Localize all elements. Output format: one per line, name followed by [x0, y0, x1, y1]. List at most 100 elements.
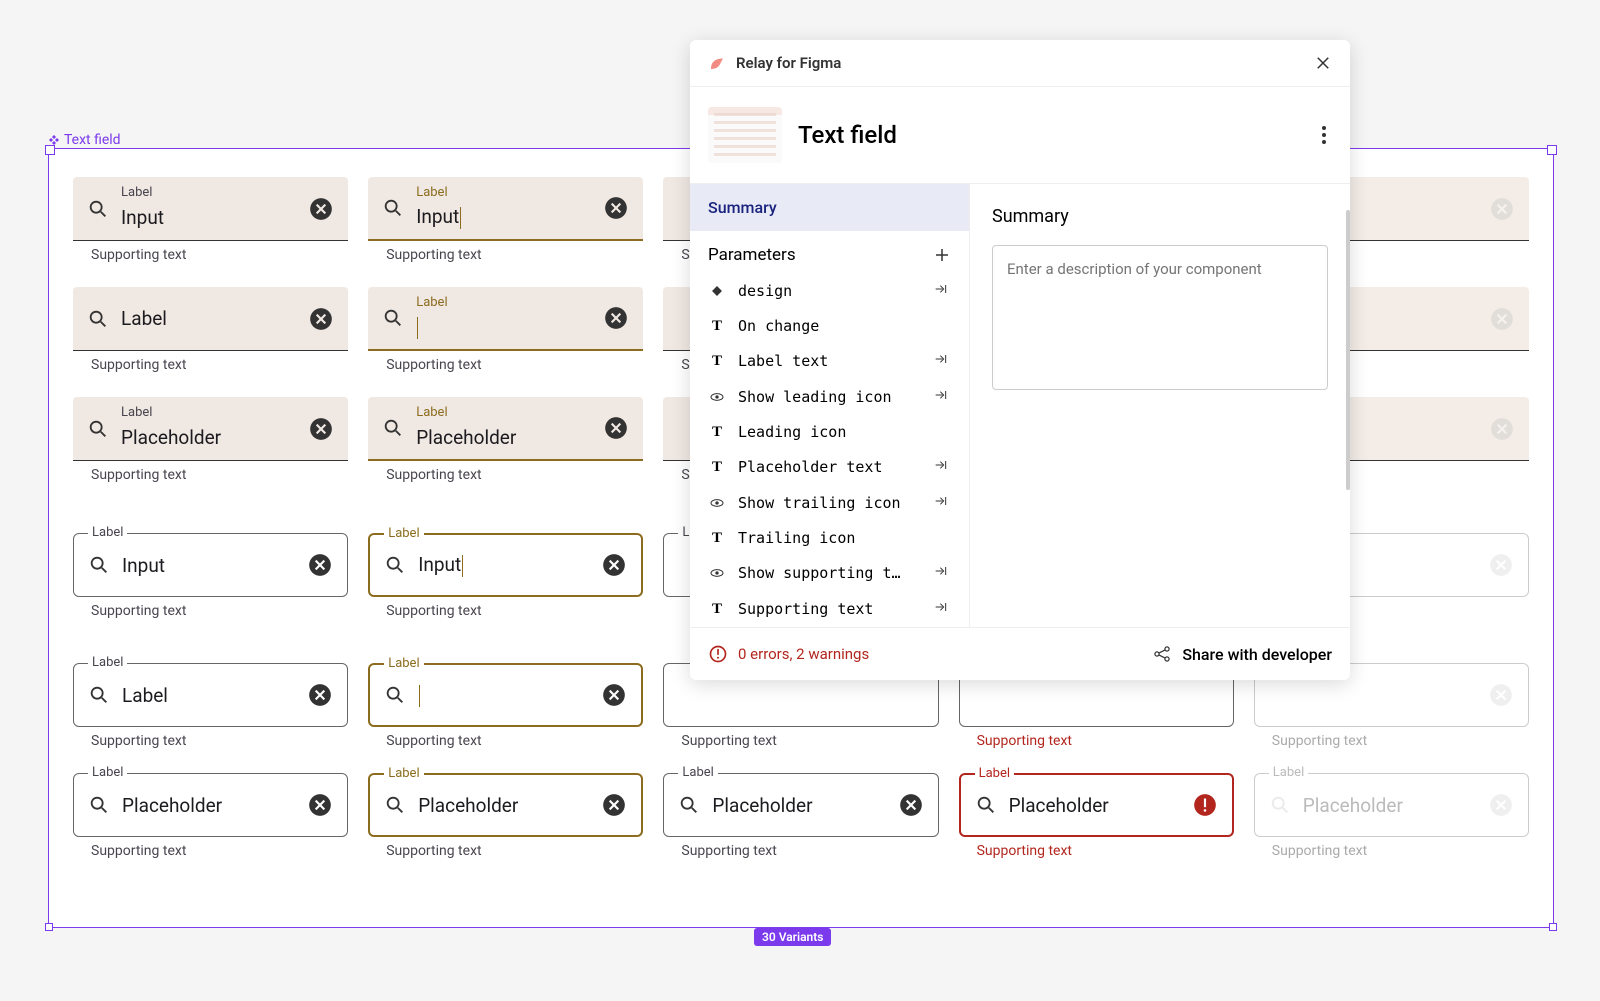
- cancel-icon[interactable]: [307, 552, 333, 578]
- param-item[interactable]: Show leading icon: [690, 379, 969, 415]
- cancel-icon[interactable]: [603, 195, 629, 221]
- text-field-variant[interactable]: LabelPlaceholder: [1254, 773, 1529, 837]
- scrollbar[interactable]: [1346, 210, 1350, 490]
- field-placeholder: Placeholder: [712, 794, 885, 817]
- supporting-text: Supporting text: [386, 843, 643, 859]
- relay-logo-icon: [708, 54, 726, 72]
- cancel-icon[interactable]: [1489, 196, 1515, 222]
- text-field-variant[interactable]: LabelPlaceholder: [959, 773, 1234, 837]
- kebab-menu-icon[interactable]: [1316, 120, 1332, 150]
- cancel-icon[interactable]: [1488, 552, 1514, 578]
- field-label: Label: [121, 405, 152, 420]
- right-pane: Summary: [970, 184, 1350, 627]
- tab-summary[interactable]: Summary: [690, 184, 969, 231]
- add-icon[interactable]: [933, 246, 951, 264]
- field-placeholder: Placeholder: [416, 426, 591, 449]
- param-action-icon[interactable]: [933, 387, 951, 407]
- param-action-icon[interactable]: [933, 563, 951, 583]
- param-label: design: [738, 282, 921, 300]
- param-item[interactable]: TPlaceholder text: [690, 449, 969, 485]
- text-field-variant[interactable]: Label: [368, 663, 643, 727]
- field-input-text: [416, 315, 591, 339]
- component-name: Text field: [798, 121, 1300, 149]
- param-item[interactable]: TSupporting text: [690, 591, 969, 627]
- warning-icon: [708, 644, 728, 664]
- param-type-icon: T: [708, 459, 726, 476]
- resize-handle[interactable]: [1549, 923, 1557, 931]
- parameters-list: design TOn changeTLabel textShow leading …: [690, 273, 969, 627]
- param-action-icon[interactable]: [933, 599, 951, 619]
- cancel-icon[interactable]: [601, 682, 627, 708]
- search-icon: [975, 794, 997, 816]
- param-item[interactable]: TOn change: [690, 309, 969, 343]
- param-item[interactable]: design: [690, 273, 969, 309]
- supporting-text: Supporting text: [91, 733, 348, 749]
- description-input[interactable]: [992, 245, 1328, 390]
- modal-footer: 0 errors, 2 warnings Share with develope…: [690, 627, 1350, 680]
- text-field-variant[interactable]: LabelInput: [73, 533, 348, 597]
- cancel-icon[interactable]: [601, 792, 627, 818]
- supporting-text: Supporting text: [977, 733, 1234, 749]
- share-button[interactable]: Share with developer: [1152, 644, 1332, 664]
- search-icon: [384, 684, 406, 706]
- param-item[interactable]: TTrailing icon: [690, 521, 969, 555]
- cancel-icon[interactable]: [898, 792, 924, 818]
- cancel-icon[interactable]: [1489, 306, 1515, 332]
- cancel-icon[interactable]: [1489, 416, 1515, 442]
- field-label: Label: [416, 405, 447, 420]
- text-field-variant[interactable]: LabelInput: [73, 177, 348, 241]
- param-action-icon[interactable]: [933, 281, 951, 301]
- left-pane: Summary Parameters designTOn changeTLabe…: [690, 184, 970, 627]
- text-field-variant[interactable]: Label: [368, 287, 643, 351]
- cancel-icon[interactable]: [1488, 682, 1514, 708]
- cancel-icon[interactable]: [603, 305, 629, 331]
- field-placeholder: Placeholder: [121, 426, 296, 449]
- search-icon: [382, 307, 404, 329]
- supporting-text: Supporting text: [91, 603, 348, 619]
- modal-subheader: Text field: [690, 87, 1350, 184]
- field-label: Label: [416, 185, 447, 200]
- cancel-icon[interactable]: [601, 552, 627, 578]
- param-action-icon[interactable]: [933, 351, 951, 371]
- field-label: Label: [384, 656, 423, 671]
- text-field-variant[interactable]: LabelInput: [368, 177, 643, 241]
- text-field-variant[interactable]: Label: [73, 287, 348, 351]
- cancel-icon[interactable]: [308, 196, 334, 222]
- param-item[interactable]: TLabel text: [690, 343, 969, 379]
- param-action-icon[interactable]: [933, 493, 951, 513]
- param-item[interactable]: Show supporting t…: [690, 555, 969, 591]
- param-item[interactable]: Show trailing icon: [690, 485, 969, 521]
- search-icon: [384, 554, 406, 576]
- cancel-icon[interactable]: [308, 306, 334, 332]
- cancel-icon[interactable]: [307, 682, 333, 708]
- errors-text: 0 errors, 2 warnings: [738, 645, 869, 663]
- text-field-variant[interactable]: LabelPlaceholder: [73, 773, 348, 837]
- text-field-variant[interactable]: LabelPlaceholder: [368, 773, 643, 837]
- search-icon: [88, 794, 110, 816]
- param-type-icon: T: [708, 424, 726, 441]
- cancel-icon[interactable]: [603, 415, 629, 441]
- supporting-text: Supporting text: [681, 733, 938, 749]
- cancel-icon[interactable]: [1488, 792, 1514, 818]
- close-icon[interactable]: [1314, 54, 1332, 72]
- supporting-text: Supporting text: [386, 733, 643, 749]
- field-label: Label: [1269, 765, 1308, 780]
- errors-status[interactable]: 0 errors, 2 warnings: [708, 644, 1152, 664]
- text-field-variant[interactable]: LabelLabel: [73, 663, 348, 727]
- cancel-icon[interactable]: [308, 416, 334, 442]
- search-icon: [88, 684, 110, 706]
- text-field-variant[interactable]: Label Placeholder: [368, 397, 643, 461]
- field-label: Label: [975, 766, 1014, 781]
- text-field-variant[interactable]: Label Placeholder: [73, 397, 348, 461]
- text-field-variant[interactable]: LabelPlaceholder: [663, 773, 938, 837]
- param-action-icon[interactable]: [933, 457, 951, 477]
- search-icon: [384, 794, 406, 816]
- param-label: Supporting text: [738, 600, 921, 618]
- resize-handle[interactable]: [45, 923, 53, 931]
- field-label: Label: [416, 295, 447, 310]
- param-item[interactable]: TLeading icon: [690, 415, 969, 449]
- text-field-variant[interactable]: LabelInput: [368, 533, 643, 597]
- field-placeholder: Placeholder: [418, 794, 589, 817]
- field-label: Label: [384, 526, 423, 541]
- cancel-icon[interactable]: [307, 792, 333, 818]
